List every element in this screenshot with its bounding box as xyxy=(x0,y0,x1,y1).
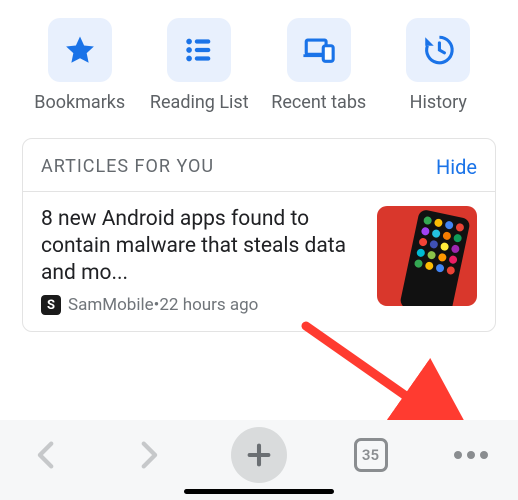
source-icon: S xyxy=(41,295,61,315)
forward-button[interactable] xyxy=(131,438,165,472)
tabs-count-badge: 35 xyxy=(354,438,388,472)
card-header: ARTICLES FOR YOU Hide xyxy=(23,139,495,191)
list-icon xyxy=(167,18,231,82)
section-title: ARTICLES FOR YOU xyxy=(41,156,214,177)
home-indicator xyxy=(184,489,334,494)
article-source: SamMobile xyxy=(68,295,154,315)
bookmarks-button[interactable]: Bookmarks xyxy=(30,18,130,114)
star-icon xyxy=(48,18,112,82)
recent-tabs-button[interactable]: Recent tabs xyxy=(269,18,369,114)
quick-access-row: Bookmarks Reading List Recent tabs xyxy=(0,0,518,124)
reading-list-button[interactable]: Reading List xyxy=(149,18,249,114)
history-button[interactable]: History xyxy=(388,18,488,114)
article-item[interactable]: 8 new Android apps found to contain malw… xyxy=(23,192,495,332)
history-icon xyxy=(406,18,470,82)
back-button[interactable] xyxy=(30,438,64,472)
label: History xyxy=(410,92,467,114)
bottom-toolbar: 35 xyxy=(0,420,518,500)
label: Bookmarks xyxy=(34,92,125,114)
article-title: 8 new Android apps found to contain malw… xyxy=(41,206,363,288)
hide-link[interactable]: Hide xyxy=(436,155,477,179)
articles-card: ARTICLES FOR YOU Hide 8 new Android apps… xyxy=(22,138,496,333)
devices-icon xyxy=(287,18,351,82)
label: Recent tabs xyxy=(271,92,366,114)
new-tab-button[interactable] xyxy=(231,427,287,483)
article-time: 22 hours ago xyxy=(159,295,258,315)
tabs-button[interactable]: 35 xyxy=(354,438,388,472)
label: Reading List xyxy=(150,92,249,114)
article-meta: S SamMobile • 22 hours ago xyxy=(41,295,363,315)
article-thumbnail xyxy=(377,206,477,306)
more-button[interactable] xyxy=(454,451,488,459)
